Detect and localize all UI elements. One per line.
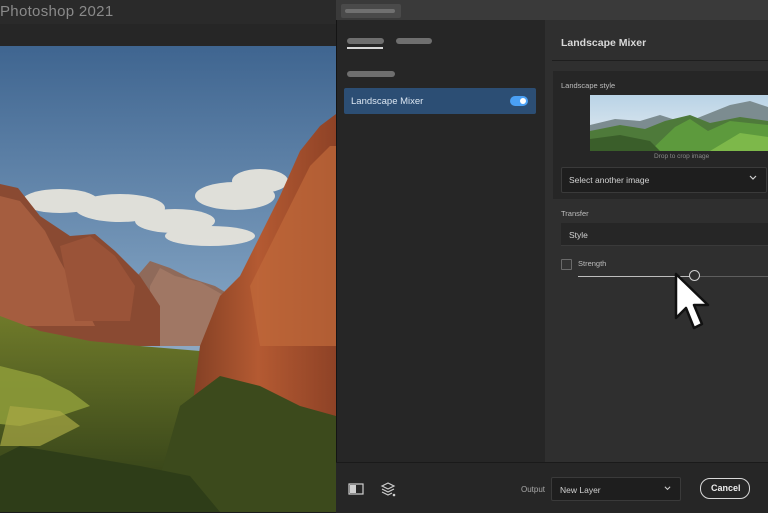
transfer-label: Transfer <box>561 209 589 218</box>
app-title: Photoshop 2021 <box>0 3 114 20</box>
green-hills-image <box>590 95 768 151</box>
toggle-knob <box>520 98 526 104</box>
dialog-tab-label-placeholder <box>345 9 395 13</box>
output-label: Output <box>521 485 546 494</box>
panel-title: Landscape Mixer <box>561 37 647 49</box>
filters-list-pane <box>336 20 545 462</box>
drop-hint-text: Drop to crop image <box>654 153 710 160</box>
filter-group-heading <box>347 71 395 77</box>
active-tab-underline <box>347 47 383 49</box>
select-another-image-label: Select another image <box>569 175 650 185</box>
compare-view-icon[interactable] <box>348 482 364 496</box>
chevron-down-icon <box>749 175 757 180</box>
chevron-down-icon <box>664 486 671 491</box>
canyon-photo <box>0 46 336 512</box>
output-value: New Layer <box>560 485 601 495</box>
filter-item-label: Landscape Mixer <box>351 96 424 107</box>
category-tab-beta[interactable] <box>396 38 432 44</box>
category-tab-featured[interactable] <box>347 38 384 44</box>
options-bar <box>0 24 336 46</box>
style-image-thumbnail[interactable] <box>590 95 768 151</box>
layers-icon[interactable] <box>380 481 396 497</box>
mouse-pointer-icon <box>674 272 710 330</box>
strength-checkbox[interactable] <box>561 259 572 270</box>
transfer-style-dropdown[interactable] <box>561 223 768 246</box>
divider <box>552 60 768 61</box>
transfer-style-value: Style <box>569 230 588 240</box>
document-canvas[interactable] <box>0 46 336 512</box>
strength-label: Strength <box>578 259 607 268</box>
landscape-style-label: Landscape style <box>561 81 616 90</box>
cancel-button-label: Cancel <box>711 483 741 493</box>
